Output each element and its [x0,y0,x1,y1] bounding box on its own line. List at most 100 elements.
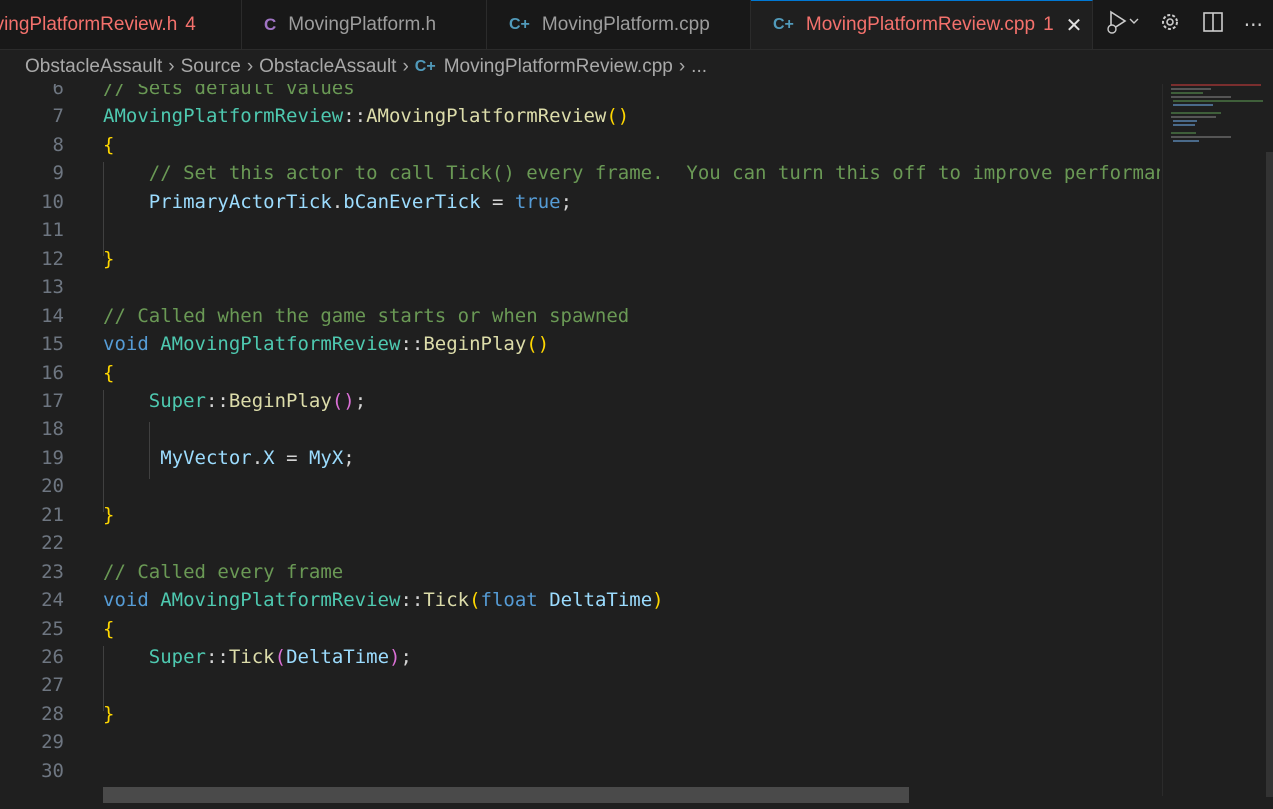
code-line: 12} [0,248,1160,276]
code-line: 23 // Called every frame [0,561,1160,589]
breadcrumb-item[interactable]: Source [181,56,241,78]
code-text: } [103,248,114,270]
code-token: DeltaTime [286,646,390,668]
code-token: Super [148,389,206,412]
tab-moving-platform-review-cpp[interactable]: C+ MovingPlatformReview.cpp 1 ✕ [751,0,1093,49]
line-number: 9 [52,162,64,185]
code-token: ( [274,646,287,668]
cpp-file-icon: C+ [414,58,436,75]
code-token: // Called every frame [103,560,344,583]
code-token: BeginPlay [228,389,332,412]
code-text: { [103,134,114,156]
code-line: 25 { [0,618,1160,646]
code-token: = [480,190,515,213]
line-number: 8 [52,133,64,156]
code-line: 14 // Called when the game starts or when… [0,305,1160,333]
run-debug-icon[interactable] [1105,9,1139,40]
minimap[interactable] [1162,84,1267,796]
code-line: 19 MyVector.X = MyX; [0,447,1160,475]
tab-moving-platform-header[interactable]: C MovingPlatform.h [242,0,487,49]
code-text: { [103,362,114,384]
chevron-right-icon: › [402,56,409,77]
code-token: = [274,446,309,469]
line-number: 29 [41,731,64,754]
code-line: 30 [0,760,1160,788]
code-token: { [103,133,115,156]
code-line: 27 [0,674,1160,702]
code-line: 10 PrimaryActorTick.bCanEverTick = true; [0,191,1160,219]
breadcrumb-item[interactable]: ObstacleAssault [259,56,396,78]
line-number: 12 [41,247,64,270]
more-icon[interactable]: ··· [1244,13,1263,37]
tab-moving-platform-cpp[interactable]: C+ MovingPlatform.cpp [487,0,751,49]
breadcrumb-item[interactable]: ObstacleAssault [25,56,162,78]
code-line: 7 AMovingPlatformReview::AMovingPlatformR… [0,105,1160,133]
code-line: 29 [0,731,1160,759]
code-token: AMovingPlatformReview [366,105,607,128]
breadcrumb-item[interactable]: ... [691,56,707,78]
line-number: 21 [41,503,64,526]
chevron-right-icon: › [678,56,686,77]
editor-tab-bar: ovingPlatformReview.h 4 C MovingPlatform… [0,0,1273,50]
line-number: 15 [41,333,64,356]
code-token: true [514,190,561,213]
tab-label: MovingPlatformReview.cpp [805,14,1036,35]
line-number: 28 [41,702,64,725]
code-line: 26 Super::Tick(DeltaTime); [0,646,1160,674]
code-token: bCanEverTick [343,190,481,213]
tab-moving-platform-review-header[interactable]: ovingPlatformReview.h 4 [0,0,242,49]
code-token: Super [148,646,206,668]
code-text: Super::BeginPlay(); [103,390,366,412]
split-editor-icon[interactable] [1202,11,1224,38]
code-token: Tick [228,646,275,668]
line-number: 14 [41,304,64,327]
tab-label: ovingPlatformReview.h [0,13,178,35]
code-text: void AMovingPlatformReview::Tick(float D… [103,589,664,611]
breadcrumb-item[interactable]: MovingPlatformReview.cpp [444,56,673,78]
line-number: 22 [41,532,64,555]
code-token: AMovingPlatformReview [160,333,401,356]
code-token: :: [205,646,229,668]
code-token: ; [354,389,367,412]
tab-label: MovingPlatform.h [288,13,437,35]
horizontal-scrollbar[interactable] [103,787,909,803]
code-token: ( [469,589,481,612]
line-number: 25 [41,617,64,640]
code-text: // Sets default values [103,84,355,99]
chevron-right-icon: › [168,56,175,77]
code-line: 16 { [0,362,1160,390]
code-token: { [103,361,115,384]
editor-actions: ··· [1095,0,1273,49]
code-line: 24 void AMovingPlatformReview::Tick(float… [0,589,1160,617]
code-token: AMovingPlatformReview [160,589,401,612]
code-token: } [103,503,115,526]
code-token: ) [652,589,664,612]
code-token: AMovingPlatformReview [103,105,344,128]
breadcrumb: ObstacleAssault › Source › ObstacleAssau… [0,50,1273,84]
line-number: 11 [41,219,64,242]
c-file-icon: C [264,14,277,34]
code-text: } [103,504,114,526]
code-token: void [103,333,149,356]
line-number: 23 [41,560,64,583]
code-token: () [331,389,355,412]
code-token: () [606,105,630,128]
close-icon[interactable]: ✕ [1066,13,1083,38]
indent-guide [149,422,150,480]
line-number: 18 [41,418,64,441]
code-token: // Set this actor to call Tick() every f… [148,162,1160,185]
code-line: 8{ [0,134,1160,162]
code-token: . [251,446,264,469]
code-token: () [526,333,550,356]
line-number: 27 [41,674,64,697]
line-number: 6 [52,84,64,99]
code-editor[interactable]: 6 // Sets default values 7 AMovingPlatformR… [0,84,1160,796]
problem-count-badge: 4 [185,13,196,35]
line-number: 19 [41,446,64,469]
code-line: 20 [0,475,1160,503]
code-token: ; [343,446,355,469]
gear-icon[interactable] [1159,11,1181,38]
code-token: } [103,247,115,270]
vertical-scrollbar[interactable] [1266,152,1273,797]
